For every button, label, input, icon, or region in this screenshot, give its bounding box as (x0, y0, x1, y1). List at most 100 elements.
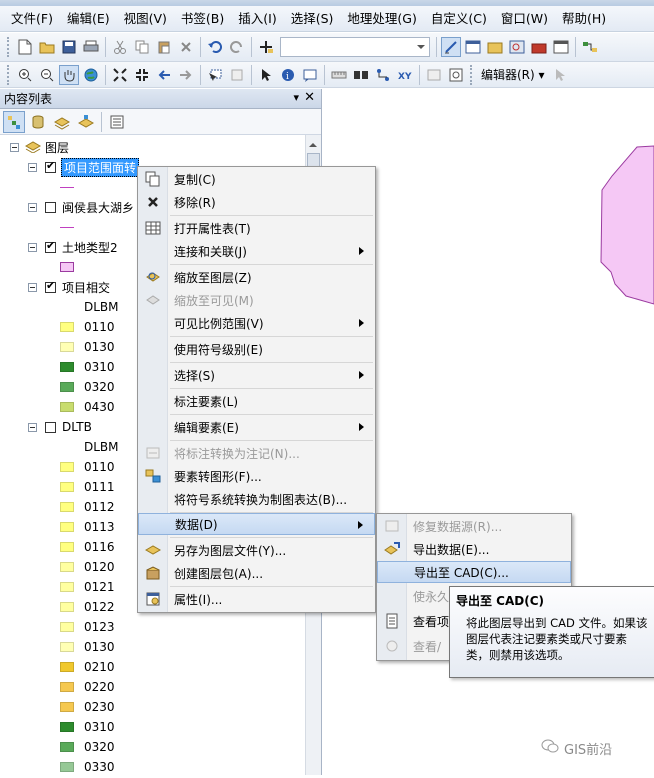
editor-menu-button[interactable]: 编辑器(R) ▾ (477, 66, 549, 83)
toolbar-grip[interactable] (7, 64, 11, 85)
class-swatch[interactable] (60, 702, 74, 712)
python-window-icon[interactable] (551, 37, 571, 57)
line-symbol[interactable] (60, 186, 74, 188)
edit-tool-icon[interactable] (550, 65, 570, 85)
close-icon[interactable]: ✕ (304, 90, 315, 105)
layer-name[interactable]: DLTB (62, 420, 92, 434)
full-extent-icon[interactable] (81, 65, 101, 85)
menu-item-features-to-graphics[interactable]: 要素转图形(F)... (138, 465, 375, 487)
menu-item-label-features[interactable]: 标注要素(L) (138, 390, 375, 412)
catalog-icon[interactable] (485, 37, 505, 57)
menu-item-copy[interactable]: 复制(C) (138, 168, 375, 190)
collapse-expander[interactable] (28, 202, 37, 212)
collapse-expander[interactable] (28, 422, 37, 432)
menu-item-remove[interactable]: 移除(R) (138, 191, 375, 213)
options-icon[interactable] (106, 111, 128, 133)
class-swatch[interactable] (60, 322, 74, 332)
symbol-class-row[interactable]: 0112 (60, 497, 115, 517)
symbol-class-row[interactable]: 0123 (60, 617, 115, 637)
menu-item-zoom-to-layer[interactable]: 缩放至图层(Z) (138, 266, 375, 288)
zoom-in-icon[interactable] (15, 65, 35, 85)
layer-visibility-checkbox[interactable] (45, 421, 56, 433)
paste-icon[interactable] (154, 37, 174, 57)
menu-item-joins-relates[interactable]: 连接和关联(J) (138, 240, 375, 262)
class-swatch[interactable] (60, 562, 74, 572)
collapse-expander[interactable] (28, 162, 37, 172)
menu-item-data[interactable]: 数据(D) (138, 513, 375, 535)
class-swatch[interactable] (60, 522, 74, 532)
menu-selection[interactable]: 选择(S) (284, 6, 341, 32)
fill-symbol[interactable] (60, 262, 74, 272)
tree-row-root[interactable]: 图层 (10, 137, 69, 157)
layer-row[interactable]: 土地类型2 (28, 237, 118, 257)
delete-icon[interactable] (176, 37, 196, 57)
class-swatch[interactable] (60, 502, 74, 512)
symbol-class-row[interactable]: 0110 (60, 457, 115, 477)
model-builder-icon[interactable] (580, 37, 600, 57)
add-data-icon[interactable] (256, 37, 276, 57)
redo-icon[interactable] (227, 37, 247, 57)
class-swatch[interactable] (60, 682, 74, 692)
menu-view[interactable]: 视图(V) (117, 6, 174, 32)
symbol-class-row[interactable]: 0120 (60, 557, 115, 577)
submenu-item-export-data[interactable]: 导出数据(E)... (377, 538, 571, 560)
symbol-class-row[interactable]: 0310 (60, 357, 115, 377)
pan-icon[interactable] (59, 64, 79, 85)
class-swatch[interactable] (60, 482, 74, 492)
arctoolbox-icon[interactable] (529, 37, 549, 57)
table-of-contents-icon[interactable] (463, 37, 483, 57)
find-route-icon[interactable] (373, 65, 393, 85)
layer-visibility-checkbox[interactable] (45, 279, 56, 293)
layer-name[interactable]: 项目范围面转 (61, 157, 140, 177)
search-window-icon[interactable] (507, 37, 527, 57)
menu-item-convert-to-representation[interactable]: 将符号系统转换为制图表达(B)... (138, 488, 375, 510)
symbol-class-row[interactable]: 0111 (60, 477, 115, 497)
menu-item-save-as-layer-file[interactable]: 另存为图层文件(Y)... (138, 539, 375, 561)
layer-row[interactable]: 项目相交 (28, 277, 110, 297)
select-elements-icon[interactable] (256, 65, 276, 85)
layer-name[interactable]: 项目相交 (62, 279, 110, 296)
layer-visibility-checkbox[interactable] (45, 239, 56, 253)
collapse-expander[interactable] (10, 142, 19, 152)
menu-windows[interactable]: 窗口(W) (494, 6, 555, 32)
symbol-class-row[interactable]: 0110 (60, 317, 115, 337)
measure-icon[interactable] (329, 65, 349, 85)
submenu-item-export-to-cad[interactable]: 导出至 CAD(C)... (377, 561, 571, 583)
symbol-class-row[interactable]: 0113 (60, 517, 115, 537)
symbol-class-row[interactable]: 0430 (60, 397, 115, 417)
collapse-expander[interactable] (28, 282, 37, 292)
menu-item-edit-features[interactable]: 编辑要素(E) (138, 416, 375, 438)
list-by-drawing-order-icon[interactable] (3, 110, 25, 133)
menu-item-zoom-to-visible[interactable]: 缩放至可见(M) (138, 289, 375, 311)
layer-visibility-checkbox[interactable] (45, 159, 56, 173)
menu-customize[interactable]: 自定义(C) (424, 6, 494, 32)
menu-item-selection[interactable]: 选择(S) (138, 364, 375, 386)
menu-item-properties[interactable]: 属性(I)... (138, 588, 375, 610)
symbol-class-row[interactable]: 0310 (60, 717, 115, 737)
symbol-class-row[interactable]: 0130 (60, 337, 115, 357)
fixed-zoom-in-icon[interactable] (110, 65, 130, 85)
identify-icon[interactable]: i (278, 65, 298, 85)
list-by-visibility-icon[interactable] (51, 111, 73, 133)
submenu-item-repair-data-source[interactable]: 修复数据源(R)... (377, 515, 571, 537)
symbol-class-row[interactable]: 0230 (60, 697, 115, 717)
layer-name[interactable]: 闽侯县大湖乡 (62, 199, 134, 216)
class-swatch[interactable] (60, 582, 74, 592)
class-swatch[interactable] (60, 722, 74, 732)
fixed-zoom-out-icon[interactable] (132, 65, 152, 85)
line-symbol[interactable] (60, 226, 74, 228)
clear-selection-icon[interactable] (227, 65, 247, 85)
scroll-up-icon[interactable] (309, 139, 317, 147)
menu-bookmarks[interactable]: 书签(B) (174, 6, 231, 32)
menu-item-create-layer-package[interactable]: 创建图层包(A)... (138, 562, 375, 584)
class-swatch[interactable] (60, 762, 74, 772)
symbol-class-row[interactable]: 0210 (60, 657, 115, 677)
find-icon[interactable] (351, 65, 371, 85)
menu-insert[interactable]: 插入(I) (231, 6, 283, 32)
zoom-out-icon[interactable] (37, 65, 57, 85)
symbol-class-row[interactable]: 0220 (60, 677, 115, 697)
layer-visibility-checkbox[interactable] (45, 201, 56, 213)
select-features-icon[interactable] (205, 65, 225, 85)
symbol-class-row[interactable]: 0320 (60, 737, 115, 757)
menu-item-visible-scale-range[interactable]: 可见比例范围(V) (138, 312, 375, 334)
